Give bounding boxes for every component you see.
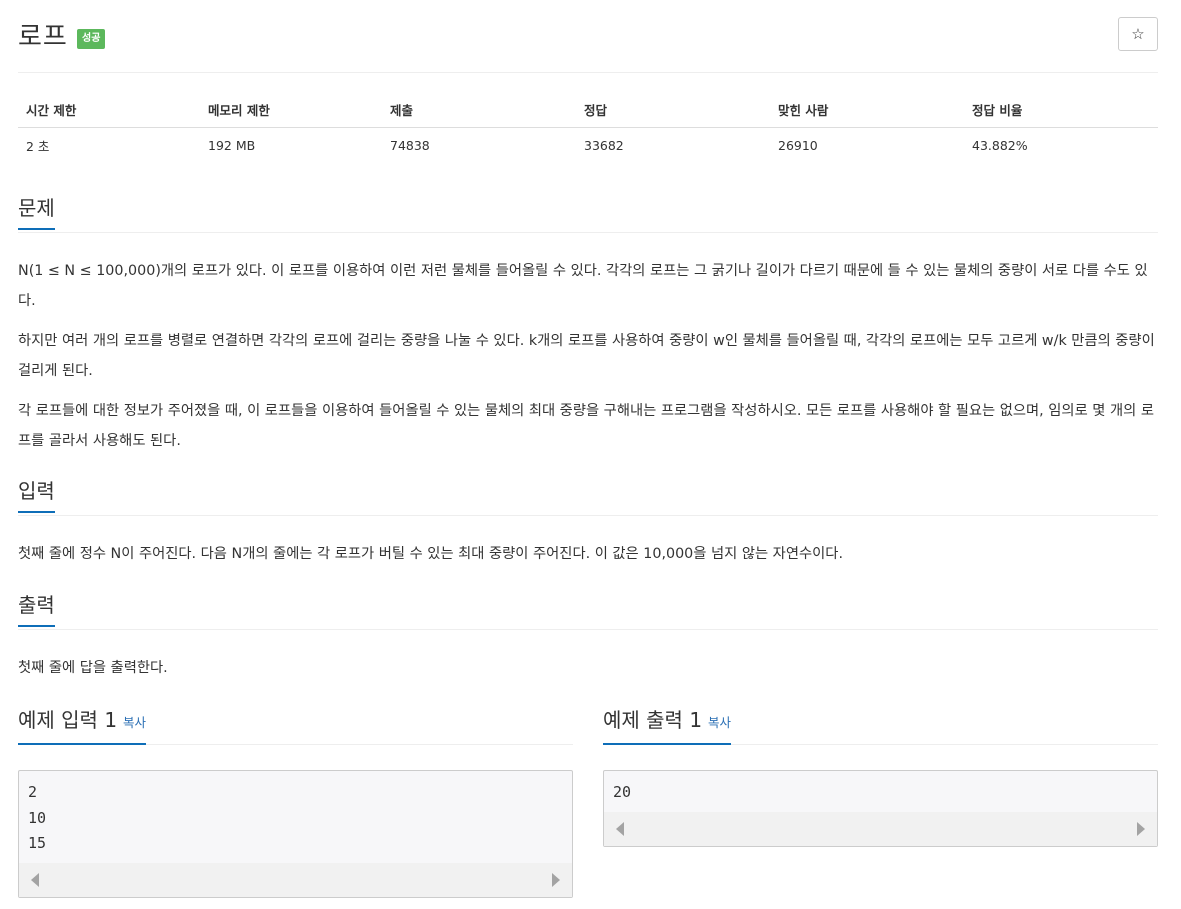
header-memory-limit: 메모리 제한	[200, 93, 382, 128]
sample-output-content: 20	[613, 783, 632, 801]
value-submissions: 74838	[390, 137, 430, 153]
input-section: 입력 첫째 줄에 정수 N이 주어진다. 다음 N개의 줄에는 각 로프가 버틸…	[18, 478, 1158, 569]
header-solved-users: 맞힌 사람	[770, 93, 964, 128]
info-header-row: 시간 제한 메모리 제한 제출 정답 맞힌 사람 정답 비율	[18, 93, 1158, 128]
star-button[interactable]: ☆	[1118, 17, 1158, 51]
description-body: N(1 ≤ N ≤ 100,000)개의 로프가 있다. 이 로프를 이용하여 …	[18, 256, 1158, 456]
status-badge: 성공	[77, 29, 106, 49]
output-description: 첫째 줄에 답을 출력한다.	[18, 660, 168, 676]
value-accepted: 33682	[584, 137, 624, 153]
input-title: 입력	[18, 478, 55, 513]
header-accept-ratio: 정답 비율	[964, 93, 1158, 128]
description-title: 문제	[18, 195, 55, 230]
sample-input-headline: 예제 입력 1 복사	[18, 707, 573, 745]
sample-input-title: 예제 입력 1 복사	[18, 707, 147, 745]
sample-input-scrollbar[interactable]	[19, 862, 572, 897]
value-solved-users: 26910	[778, 137, 818, 153]
header-accepted: 정답	[576, 93, 770, 128]
info-value-row: 2 초 192 MB 74838 33682 26910 43.882%	[18, 127, 1158, 163]
input-headline: 입력	[18, 478, 1158, 516]
sample-input-box: 2 10 15	[18, 770, 573, 898]
scroll-left-icon[interactable]	[616, 821, 624, 836]
header-submissions: 제출	[382, 93, 576, 128]
description-paragraph: 하지만 여러 개의 로프를 병렬로 연결하면 각각의 로프에 걸리는 중량을 나…	[18, 333, 1155, 379]
input-description: 첫째 줄에 정수 N이 주어진다. 다음 N개의 줄에는 각 로프가 버틸 수 …	[18, 546, 843, 562]
scroll-left-icon[interactable]	[31, 872, 39, 887]
copy-sample-input-button[interactable]: 복사	[123, 715, 146, 730]
value-time-limit: 2 초	[26, 138, 50, 154]
output-headline: 출력	[18, 592, 1158, 630]
description-paragraph: 각 로프들에 대한 정보가 주어졌을 때, 이 로프들을 이용하여 들어올릴 수…	[18, 403, 1154, 449]
sample-output-section: 예제 출력 1 복사 20	[603, 707, 1158, 847]
sample-output-title-text: 예제 출력 1	[603, 708, 703, 732]
sample-output-scrollbar[interactable]	[604, 811, 1157, 846]
value-accept-ratio: 43.882%	[972, 137, 1028, 153]
description-headline: 문제	[18, 195, 1158, 233]
sample-output-headline: 예제 출력 1 복사	[603, 707, 1158, 745]
page-title: 로프	[18, 22, 68, 52]
output-title: 출력	[18, 592, 55, 627]
value-memory-limit: 192 MB	[208, 137, 256, 153]
description-paragraph: N(1 ≤ N ≤ 100,000)개의 로프가 있다. 이 로프를 이용하여 …	[18, 263, 1148, 309]
description-section: 문제 N(1 ≤ N ≤ 100,000)개의 로프가 있다. 이 로프를 이용…	[18, 195, 1158, 456]
problem-header: 로프 성공 ☆	[18, 0, 1158, 73]
sample-output-box: 20	[603, 770, 1158, 847]
star-icon: ☆	[1131, 26, 1145, 43]
copy-sample-output-button[interactable]: 복사	[708, 715, 731, 730]
problem-info-table: 시간 제한 메모리 제한 제출 정답 맞힌 사람 정답 비율 2 초 192 M…	[18, 93, 1158, 163]
sample-input-section: 예제 입력 1 복사 2 10 15	[18, 707, 573, 898]
problem-page: 로프 성공 ☆ 시간 제한 메모리 제한 제출 정답 맞힌 사람 정답 비율 2…	[18, 0, 1158, 898]
scroll-right-icon[interactable]	[552, 872, 560, 887]
sample-output-title: 예제 출력 1 복사	[603, 707, 732, 745]
sample-input-title-text: 예제 입력 1	[18, 708, 118, 732]
header-time-limit: 시간 제한	[18, 93, 200, 128]
output-section: 출력 첫째 줄에 답을 출력한다.	[18, 592, 1158, 683]
sample-input-content: 2 10 15	[28, 783, 47, 852]
scroll-right-icon[interactable]	[1137, 821, 1145, 836]
